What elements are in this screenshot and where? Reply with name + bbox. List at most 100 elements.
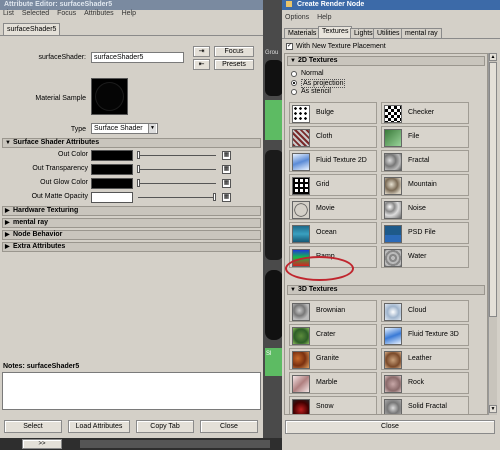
presets-icon-button[interactable]: ⇤ [193,59,210,70]
texture-item-marble[interactable]: Marble [289,372,377,394]
tab-textures[interactable]: Textures [318,26,353,38]
attribute-slider-track[interactable] [138,183,216,184]
tab-underline [282,38,500,39]
texture-name-label: Movie [316,205,335,212]
section-hardware-texturing[interactable]: ▶ Hardware Texturing [2,206,261,216]
focus-button[interactable]: Focus [214,46,254,57]
texture-name-label: Water [408,253,427,260]
texture-name-label: Granite [316,355,339,362]
texture-item-bulge[interactable]: Bulge [289,102,377,124]
menu-focus[interactable]: Focus [57,10,76,17]
texture-item-snow[interactable]: Snow [289,396,377,414]
texture-item-fluid-texture-3d[interactable]: Fluid Texture 3D [381,324,469,346]
menu-attributes[interactable]: Attributes [84,10,114,17]
texture-item-granite[interactable]: Granite [289,348,377,370]
texture-item-psd-file[interactable]: PSD File [381,222,469,244]
texture-item-solid-fractal[interactable]: Solid Fractal [381,396,469,414]
with-new-texture-placement-checkbox[interactable]: ✓ [286,43,293,50]
texture-item-checker[interactable]: Checker [381,102,469,124]
attribute-slider-thumb[interactable] [137,179,140,187]
texture-item-crater[interactable]: Crater [289,324,377,346]
attribute-slider-track[interactable] [138,155,216,156]
tab-surfaceshader5[interactable]: surfaceShader5 [3,23,61,35]
texture-item-movie[interactable]: Movie [289,198,377,220]
section-surface-shader-attributes[interactable]: ▼ Surface Shader Attributes [2,138,261,148]
section-3d-textures[interactable]: ▼ 3D Textures [287,285,485,295]
map-texture-icon[interactable]: ▦ [222,151,231,160]
type-dropdown[interactable]: Surface Shader ▼ [91,123,158,134]
radio-normal[interactable] [291,71,297,77]
texture-item-fluid-texture-2d[interactable]: Fluid Texture 2D [289,150,377,172]
select-button[interactable]: Select [4,420,62,433]
attribute-label: Out Glow Color [40,179,88,186]
leather-icon [384,351,402,369]
dropdown-arrow-icon: ▼ [148,124,156,133]
menu-selected[interactable]: Selected [22,10,49,17]
texture-name-label: PSD File [408,229,436,236]
section-node-behavior[interactable]: ▶ Node Behavior [2,230,261,240]
map-texture-icon[interactable]: ▦ [222,165,231,174]
ocean-icon [292,225,310,243]
expand-triangle-icon: ▶ [5,232,10,238]
texture-item-cloud[interactable]: Cloud [381,300,469,322]
vertical-scrollbar[interactable]: ▲ ▼ [488,53,497,415]
radio-as-stencil[interactable] [291,89,297,95]
texture-item-noise[interactable]: Noise [381,198,469,220]
attribute-slider-thumb[interactable] [213,193,216,201]
texture-item-rock[interactable]: Rock [381,372,469,394]
attribute-slider-track[interactable] [138,169,216,170]
create-render-node-titlebar[interactable]: Create Render Node [282,0,500,10]
radio-as-projection-label: As projection [301,79,346,88]
close-button[interactable]: Close [200,420,258,433]
texture-item-cloth[interactable]: Cloth [289,126,377,148]
color-swatch[interactable] [91,150,133,161]
copy-tab-button[interactable]: Copy Tab [136,420,194,433]
scroll-up-arrow-icon[interactable]: ▲ [489,53,497,61]
tab-materials[interactable]: Materials [284,28,321,38]
section-2d-textures[interactable]: ▼ 2D Textures [287,56,485,66]
cloud-icon [384,303,402,321]
load-attributes-button[interactable]: Load Attributes [68,420,130,433]
radio-as-projection[interactable] [291,80,297,86]
menu-list[interactable]: List [3,10,14,17]
attribute-slider-thumb[interactable] [137,151,140,159]
section-extra-attributes[interactable]: ▶ Extra Attributes [2,242,261,252]
menu-help[interactable]: Help [122,10,136,17]
texture-item-file[interactable]: File [381,126,469,148]
texture-name-label: Leather [408,355,432,362]
texture-item-ocean[interactable]: Ocean [289,222,377,244]
color-swatch[interactable] [91,178,133,189]
attribute-slider-track[interactable] [138,197,216,198]
scroll-down-arrow-icon[interactable]: ▼ [489,405,497,413]
create-render-node-window: Create Render Node Options Help Material… [282,0,500,450]
section-mental-ray[interactable]: ▶ mental ray [2,218,261,228]
material-sample-label: Material Sample [35,95,86,102]
node-name-field[interactable]: surfaceShader5 [91,52,184,63]
notes-textarea[interactable] [2,372,261,410]
color-swatch[interactable] [91,164,133,175]
attribute-editor-menubar: List Selected Focus Attributes Help [0,9,263,19]
texture-name-label: Crater [316,331,336,338]
focus-icon-button[interactable]: ⇥ [193,46,210,57]
map-texture-icon[interactable]: ▦ [222,193,231,202]
tab-mental-ray[interactable]: mental ray [401,28,442,38]
menu-options[interactable]: Options [285,14,309,21]
texture-item-brownian[interactable]: Brownian [289,300,377,322]
attribute-slider-thumb[interactable] [137,165,140,173]
texture-item-fractal[interactable]: Fractal [381,150,469,172]
texture-item-leather[interactable]: Leather [381,348,469,370]
presets-button[interactable]: Presets [214,59,254,70]
color-swatch[interactable] [91,192,133,203]
create-render-node-close-button[interactable]: Close [285,420,495,434]
texture-item-water[interactable]: Water [381,246,469,268]
texture-name-label: Fluid Texture 2D [316,157,367,164]
crater-icon [292,327,310,345]
scrollbar-thumb[interactable] [489,62,497,317]
taskbar-expand-button[interactable]: >> [22,439,62,449]
texture-item-grid[interactable]: Grid [289,174,377,196]
tab-utilities[interactable]: Utilities [373,28,404,38]
map-texture-icon[interactable]: ▦ [222,179,231,188]
texture-item-mountain[interactable]: Mountain [381,174,469,196]
menu-help[interactable]: Help [317,14,331,21]
rock-icon [384,375,402,393]
